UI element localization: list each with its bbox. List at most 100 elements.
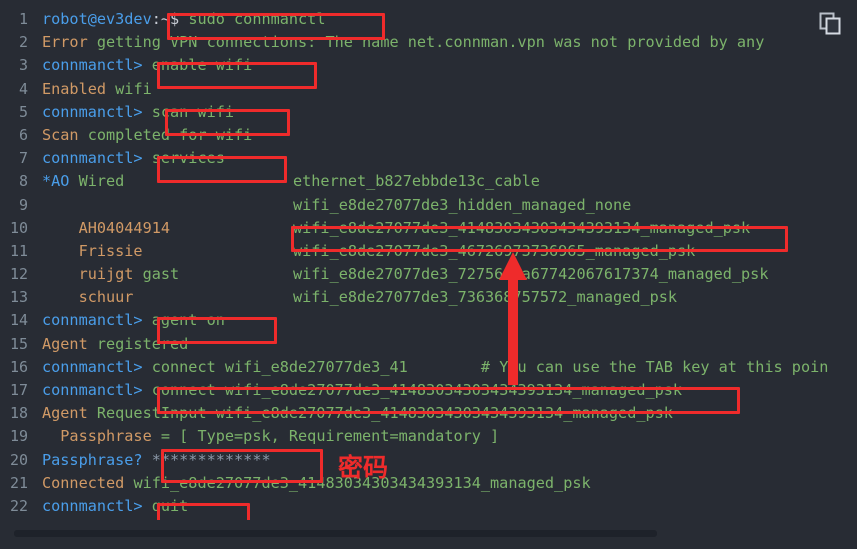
connman-prompt: connmanctl> [42, 56, 143, 75]
line-number: 20 [9, 450, 28, 469]
service-id: wifi_e8de27077de3_46726973736965_managed… [293, 241, 696, 260]
line-content: Agent registered [42, 333, 188, 356]
output-keyword: Agent [42, 404, 88, 423]
terminal-line: 6 Scan completed for wifi [0, 124, 857, 147]
connman-prompt: connmanctl> [42, 102, 143, 121]
output-text: getting VPN connections: The name net.co… [87, 33, 765, 52]
service-name-cell: ruijgt gast [42, 263, 293, 286]
output-text: completed for wifi [78, 125, 253, 144]
service-ssid-suffix: gast [133, 265, 180, 284]
output-text: wifi_e8de27077de3_41483034303434393134_m… [124, 473, 591, 492]
line-number: 8 [18, 172, 28, 191]
terminal-line: 22 connmanctl> quit [0, 495, 857, 518]
line-number: 16 [9, 357, 28, 376]
line-content: connmanctl> connect wifi_e8de27077de3_41… [42, 356, 828, 379]
service-id: ethernet_b827ebbde13c_cable [293, 172, 540, 191]
terminal-code-area: 1 robot@ev3dev:~$ sudo connmanctl 2 Erro… [0, 8, 857, 520]
terminal-line: 13 schuur wifi_e8de27077de3_736368757572_… [0, 286, 857, 309]
line-content: Enabled wifi [42, 78, 152, 101]
service-ssid: schuur [42, 288, 134, 307]
line-number: 18 [9, 404, 28, 423]
line-number: 2 [18, 33, 28, 52]
line-number: 22 [9, 496, 28, 515]
line-content: connmanctl> connect wifi_e8de27077de3_41… [42, 379, 682, 402]
line-content: Error getting VPN connections: The name … [42, 31, 764, 54]
line-number: 14 [9, 311, 28, 330]
terminal-line: 4 Enabled wifi [0, 78, 857, 101]
line-number: 15 [9, 334, 28, 353]
line-content: Passphrase? ************* [42, 449, 271, 472]
terminal-line: 8 *AO Wired ethernet_b827ebbde13c_cable [0, 170, 857, 193]
terminal-line: 14 connmanctl> agent on [0, 309, 857, 332]
terminal-line: 18 Agent RequestInput wifi_e8de27077de3_… [0, 402, 857, 425]
line-number: 17 [9, 381, 28, 399]
terminal-window: 1 robot@ev3dev:~$ sudo connmanctl 2 Erro… [0, 0, 857, 549]
output-keyword: Agent [42, 334, 88, 353]
line-number: 3 [18, 56, 28, 75]
output-keyword: Error [42, 33, 88, 52]
line-number: 6 [18, 125, 28, 144]
command-text: quit [142, 496, 189, 515]
copy-button[interactable] [815, 8, 845, 38]
line-content: ruijgt gast wifi_e8de27077de3_7275696a677… [42, 263, 769, 286]
horizontal-scrollbar-thumb[interactable] [14, 530, 657, 537]
passphrase-masked-value: ************* [142, 450, 271, 469]
line-number: 9 [18, 195, 28, 214]
horizontal-scrollbar-track[interactable] [0, 520, 857, 549]
terminal-line: 1 robot@ev3dev:~$ sudo connmanctl [0, 8, 857, 31]
service-id: wifi_e8de27077de3_41483034303434393134_m… [293, 218, 751, 237]
output-keyword: Connected [42, 473, 125, 492]
terminal-line: 12 ruijgt gast wifi_e8de27077de3_7275696a… [0, 263, 857, 286]
terminal-line: 9 wifi_e8de27077de3_hidden_managed_none [0, 194, 857, 217]
output-text: wifi [106, 79, 152, 98]
command-text: sudo connmanctl [179, 10, 326, 28]
service-id: wifi_e8de27077de3_hidden_managed_none [293, 195, 632, 214]
terminal-line: 15 Agent registered [0, 333, 857, 356]
terminal-line: 17 connmanctl> connect wifi_e8de27077de3… [0, 379, 857, 402]
service-id: wifi_e8de27077de3_7275696a67742067617374… [293, 265, 769, 284]
line-content: AH04044914 wifi_e8de27077de3_414830343034… [42, 217, 751, 240]
terminal-line: 2 Error getting VPN connections: The nam… [0, 31, 857, 54]
terminal-line: 7 connmanctl> services [0, 147, 857, 170]
line-content: connmanctl> quit [42, 495, 188, 518]
terminal-line: 3 connmanctl> enable wifi [0, 54, 857, 77]
terminal-line: 21 Connected wifi_e8de27077de3_414830343… [0, 472, 857, 495]
line-number: 5 [18, 102, 28, 121]
line-content: Frissie wifi_e8de27077de3_46726973736965_… [42, 240, 696, 263]
terminal-line: 10 AH04044914 wifi_e8de27077de3_414830343… [0, 217, 857, 240]
output-keyword: Enabled [42, 79, 107, 98]
line-number: 19 [9, 427, 28, 446]
line-content: connmanctl> services [42, 147, 225, 170]
line-number: 7 [18, 149, 28, 168]
connman-prompt: connmanctl> [42, 496, 143, 515]
service-name-cell: schuur [42, 286, 293, 309]
passphrase-prompt-label: Passphrase? [42, 450, 143, 469]
inline-comment: # You can use the TAB key at this poin [407, 357, 829, 376]
service-name-cell: Frissie [42, 240, 293, 263]
line-number: 13 [9, 288, 28, 307]
command-text: connect wifi_e8de27077de3_41 [142, 357, 408, 376]
line-number: 4 [18, 79, 28, 98]
terminal-line: 5 connmanctl> scan wifi [0, 101, 857, 124]
service-ssid: ruijgt [42, 265, 134, 284]
line-number: 10 [9, 218, 28, 237]
line-content: Scan completed for wifi [42, 124, 252, 147]
command-text: scan wifi [142, 102, 235, 121]
connman-prompt: connmanctl> [42, 381, 143, 399]
service-name-cell: AH04044914 [42, 217, 293, 240]
service-ssid: Frissie [42, 241, 143, 260]
output-text: = [ Type=psk, Requirement=mandatory ] [151, 427, 500, 446]
line-content: *AO Wired ethernet_b827ebbde13c_cable [42, 170, 540, 193]
line-content: schuur wifi_e8de27077de3_736368757572_man… [42, 286, 677, 309]
service-flags: *AO [42, 172, 70, 191]
prompt-user: robot@ev3dev [42, 10, 152, 28]
output-keyword: Passphrase [42, 427, 152, 446]
command-text: agent on [142, 311, 225, 330]
terminal-line: 20 Passphrase? ************* [0, 449, 857, 472]
prompt-separator: :~$ [151, 10, 180, 28]
line-content: Agent RequestInput wifi_e8de27077de3_414… [42, 402, 673, 425]
terminal-line: 19 Passphrase = [ Type=psk, Requirement=… [0, 425, 857, 448]
service-ssid: Wired [69, 172, 125, 191]
command-text: connect wifi_e8de27077de3_41483034303434… [142, 381, 683, 399]
output-text: RequestInput wifi_e8de27077de3_414830343… [87, 404, 673, 423]
